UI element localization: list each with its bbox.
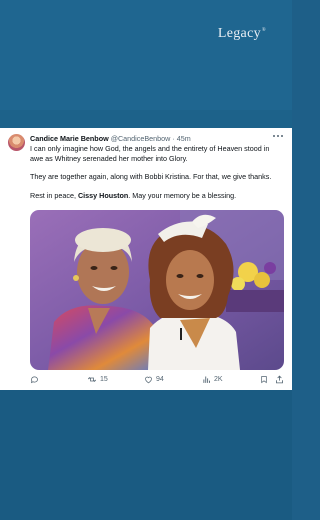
tweet-card: Candice Marie Benbow @CandiceBenbow · 45… bbox=[0, 128, 292, 390]
tweet-paragraph-1: I can only imagine how God, the angels a… bbox=[30, 144, 270, 163]
tweet-paragraph-3: Rest in peace, Cissy Houston. May your m… bbox=[30, 191, 282, 201]
tweet-photo[interactable] bbox=[30, 210, 284, 370]
bookmark-button[interactable] bbox=[260, 375, 268, 384]
share-button[interactable] bbox=[275, 375, 284, 384]
like-count: 94 bbox=[156, 376, 164, 383]
author-name[interactable]: Candice Marie Benbow bbox=[30, 134, 109, 143]
views-button[interactable]: 2K bbox=[202, 375, 223, 384]
tweet-header: Candice Marie Benbow @CandiceBenbow · 45… bbox=[30, 134, 191, 143]
bar-chart-icon bbox=[202, 375, 211, 384]
reply-icon bbox=[30, 375, 39, 384]
tweet-p3-bold: Cissy Houston bbox=[77, 190, 129, 200]
photo-illustration bbox=[30, 210, 284, 370]
tweet-p3-after: . May your memory be a blessing. bbox=[128, 190, 237, 200]
retweet-count: 15 bbox=[100, 376, 108, 383]
like-button[interactable]: 94 bbox=[144, 375, 164, 384]
legacy-logo: Legacy® bbox=[218, 26, 266, 42]
tweet-paragraph-2: They are together again, along with Bobb… bbox=[30, 172, 272, 181]
author-handle[interactable]: @CandiceBenbow bbox=[111, 134, 171, 143]
bookmark-icon bbox=[260, 375, 268, 384]
share-icon bbox=[275, 375, 284, 384]
reply-button[interactable] bbox=[30, 375, 42, 384]
logo-mark: ® bbox=[261, 28, 266, 34]
views-count: 2K bbox=[214, 376, 223, 383]
tweet-actions: 15 94 2K bbox=[30, 375, 284, 387]
tweet-text: I can only imagine how God, the angels a… bbox=[30, 144, 282, 209]
retweet-button[interactable]: 15 bbox=[87, 375, 108, 384]
more-horizontal-icon[interactable] bbox=[272, 131, 284, 143]
tweet-time[interactable]: 45m bbox=[177, 134, 191, 143]
tweet-p3-before: Rest in peace, bbox=[30, 190, 78, 200]
background-bottom bbox=[0, 390, 292, 520]
logo-text: Legacy bbox=[217, 26, 261, 41]
retweet-icon bbox=[87, 375, 97, 384]
background-top bbox=[0, 0, 292, 110]
avatar[interactable] bbox=[8, 134, 25, 151]
separator-dot: · bbox=[172, 134, 175, 143]
heart-icon bbox=[144, 375, 153, 384]
